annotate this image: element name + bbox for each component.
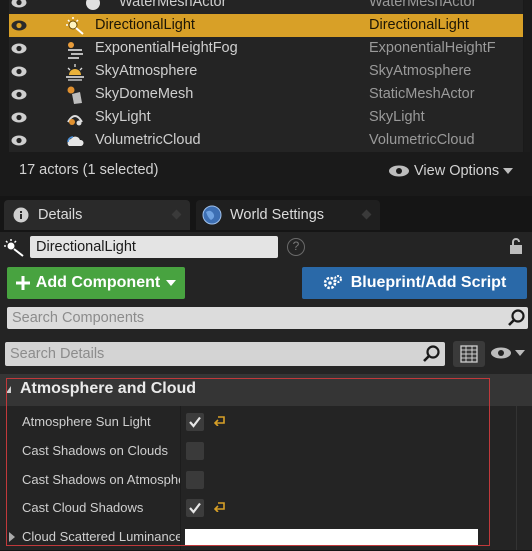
property-cast-shadows-on-clouds: Cast Shadows on Clouds — [0, 437, 532, 465]
actor-name: SkyAtmosphere — [95, 63, 198, 79]
checkmark-icon — [189, 502, 201, 514]
visibility-eye-icon[interactable] — [11, 0, 27, 9]
property-label: Cloud Scattered Luminance — [22, 529, 180, 544]
reset-to-default-icon[interactable] — [214, 416, 226, 426]
actor-row-water-mesh[interactable]: WaterMeshActor WaterMeshActor — [9, 0, 523, 14]
visibility-eye-icon[interactable] — [11, 19, 27, 32]
actor-row-sky-dome-mesh[interactable]: SkyDomeMesh StaticMeshActor — [9, 83, 523, 106]
actor-row-exponential-height-fog[interactable]: ExponentialHeightFog ExponentialHeightF — [9, 37, 523, 60]
static-mesh-icon — [67, 86, 82, 104]
detail-view-options-button[interactable] — [490, 346, 525, 360]
plus-icon — [15, 276, 30, 290]
globe-icon — [202, 205, 222, 225]
actor-name: WaterMeshActor — [119, 0, 227, 10]
add-component-button[interactable]: Add Component — [7, 267, 185, 299]
actor-name: VolumetricCloud — [95, 132, 201, 148]
actor-name: SkyLight — [95, 109, 151, 125]
search-icon[interactable] — [508, 309, 526, 327]
eye-icon — [491, 347, 511, 359]
blueprint-label: Blueprint/Add Script — [350, 274, 507, 291]
view-options-button[interactable]: View Options — [388, 160, 514, 182]
property-cast-shadows-on-atmosphere: Cast Shadows on Atmosphere — [0, 466, 532, 494]
cloud-scattered-luminance-color[interactable] — [185, 529, 478, 545]
search-icon[interactable] — [423, 345, 441, 363]
visibility-eye-icon[interactable] — [11, 42, 27, 55]
water-mesh-icon — [86, 0, 100, 10]
table-icon — [460, 345, 478, 363]
search-components-field[interactable] — [7, 307, 528, 329]
actor-type: StaticMeshActor — [369, 86, 475, 102]
directional-light-icon — [4, 239, 24, 257]
actor-type: ExponentialHeightF — [369, 40, 496, 56]
actor-row-directional-light[interactable]: DirectionalLight DirectionalLight — [9, 14, 523, 37]
tab-details[interactable]: Details — [4, 200, 190, 230]
atmosphere-sun-light-checkbox[interactable] — [186, 413, 204, 431]
visibility-eye-icon[interactable] — [11, 134, 27, 147]
actor-name: ExponentialHeightFog — [95, 40, 238, 56]
view-options-label: View Options — [414, 163, 500, 179]
cast-shadows-on-atmosphere-checkbox[interactable] — [186, 471, 204, 489]
chevron-down-icon — [166, 279, 177, 286]
cast-shadows-on-clouds-checkbox[interactable] — [186, 442, 204, 460]
reset-to-default-icon[interactable] — [214, 502, 226, 512]
cloud-icon — [67, 136, 84, 146]
search-details-input[interactable] — [5, 342, 445, 366]
expand-arrow-icon[interactable] — [9, 532, 15, 542]
chevron-down-icon — [515, 349, 525, 356]
actor-type: SkyLight — [369, 109, 425, 125]
close-tab-icon[interactable] — [361, 209, 372, 220]
directional-light-icon — [66, 17, 84, 35]
visibility-eye-icon[interactable] — [11, 65, 27, 78]
info-icon — [13, 207, 29, 223]
fog-icon — [68, 42, 83, 59]
tab-label: World Settings — [230, 207, 325, 223]
column-divider[interactable] — [180, 406, 181, 550]
panel-tab-bar: Details World Settings — [0, 196, 532, 232]
actor-type: WaterMeshActor — [369, 0, 477, 10]
visibility-eye-icon[interactable] — [11, 88, 27, 101]
actor-type: SkyAtmosphere — [369, 63, 472, 79]
gears-icon — [323, 275, 342, 290]
actor-row-sky-atmosphere[interactable]: SkyAtmosphere SkyAtmosphere — [9, 60, 523, 83]
property-label: Cast Cloud Shadows — [22, 500, 144, 515]
search-components-input[interactable] — [7, 307, 528, 329]
collapse-arrow-icon[interactable] — [6, 386, 11, 393]
outliner-scrollbar[interactable] — [524, 0, 530, 152]
actor-name: DirectionalLight — [95, 17, 195, 33]
actor-row-sky-light[interactable]: SkyLight SkyLight — [9, 106, 523, 129]
actor-type: DirectionalLight — [369, 17, 469, 33]
search-details-field[interactable] — [5, 342, 445, 366]
lock-icon[interactable] — [508, 237, 524, 255]
add-component-label: Add Component — [35, 274, 161, 291]
actor-count-status: 17 actors (1 selected) — [19, 162, 159, 178]
actor-list: WaterMeshActor WaterMeshActor Directiona… — [9, 0, 523, 152]
actor-name: SkyDomeMesh — [95, 86, 194, 102]
sky-atmosphere-icon — [66, 64, 84, 81]
eye-icon — [389, 165, 409, 177]
tab-label: Details — [38, 207, 83, 223]
visibility-eye-icon[interactable] — [11, 111, 27, 124]
tab-world-settings[interactable]: World Settings — [196, 200, 380, 230]
category-title: Atmosphere and Cloud — [20, 380, 197, 397]
help-icon[interactable]: ? — [287, 238, 305, 256]
property-label: Cast Shadows on Clouds — [22, 443, 168, 458]
actor-row-volumetric-cloud[interactable]: VolumetricCloud VolumetricCloud — [9, 129, 523, 152]
property-matrix-button[interactable] — [453, 341, 485, 367]
property-atmosphere-sun-light: Atmosphere Sun Light — [0, 408, 532, 436]
chevron-down-icon — [503, 167, 514, 174]
actor-type: VolumetricCloud — [369, 132, 475, 148]
actor-name-field[interactable]: DirectionalLight — [30, 236, 278, 258]
world-outliner: WaterMeshActor WaterMeshActor Directiona… — [0, 0, 532, 196]
property-label: Cast Shadows on Atmosphere — [22, 472, 180, 487]
sky-light-icon — [67, 115, 83, 126]
details-scrollbar[interactable] — [516, 406, 517, 550]
property-cast-cloud-shadows: Cast Cloud Shadows — [0, 494, 532, 522]
close-tab-icon[interactable] — [171, 209, 182, 220]
blueprint-add-script-button[interactable]: Blueprint/Add Script — [302, 267, 527, 299]
checkmark-icon — [189, 416, 201, 428]
property-label: Atmosphere Sun Light — [22, 414, 151, 429]
cast-cloud-shadows-checkbox[interactable] — [186, 499, 204, 517]
